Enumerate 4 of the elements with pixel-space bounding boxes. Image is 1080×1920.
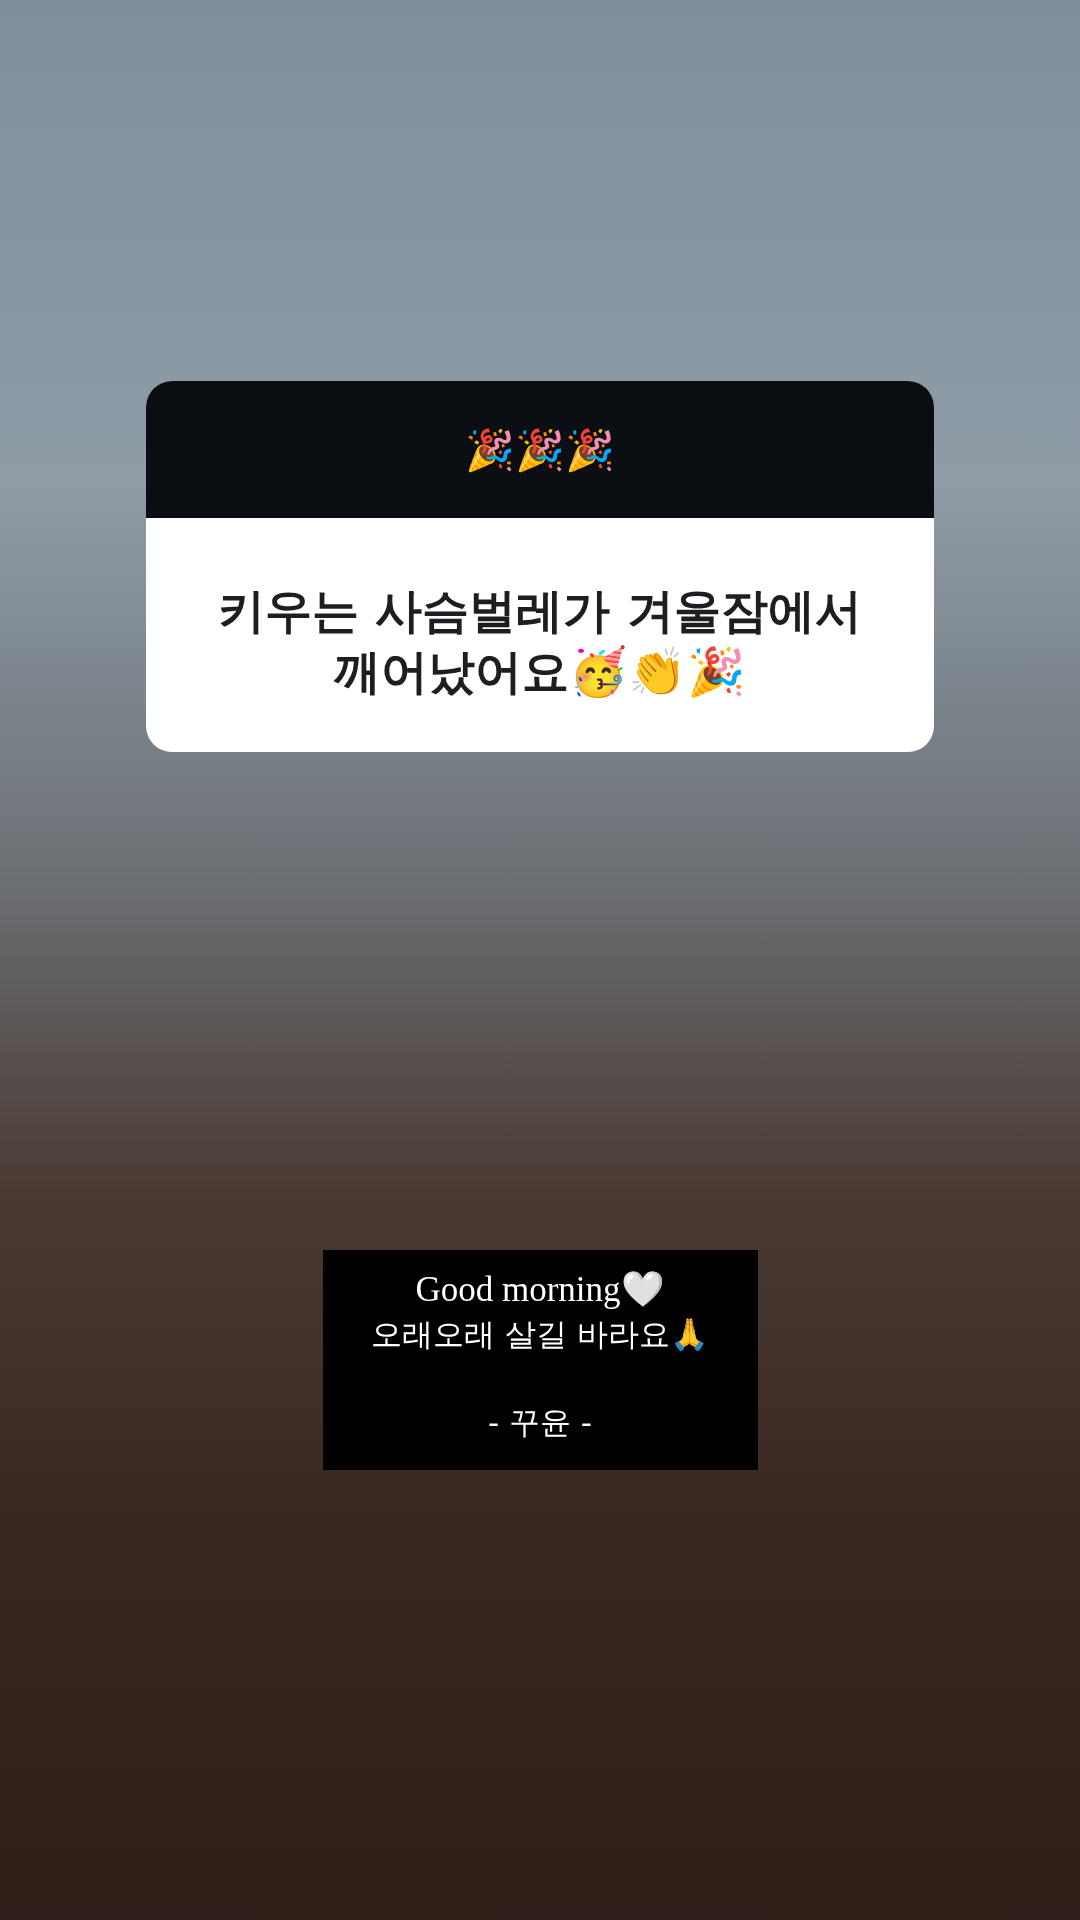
caption-signature: - 꾸윤 - [487,1403,593,1442]
caption-line: 오래오래 살길 바라요🙏 [371,1315,709,1354]
caption-line: Good morning🤍 [415,1269,665,1311]
question-text: 키우는 사슴벌레가 겨울잠에서 깨어났어요🥳👏🎉 [217,582,863,701]
